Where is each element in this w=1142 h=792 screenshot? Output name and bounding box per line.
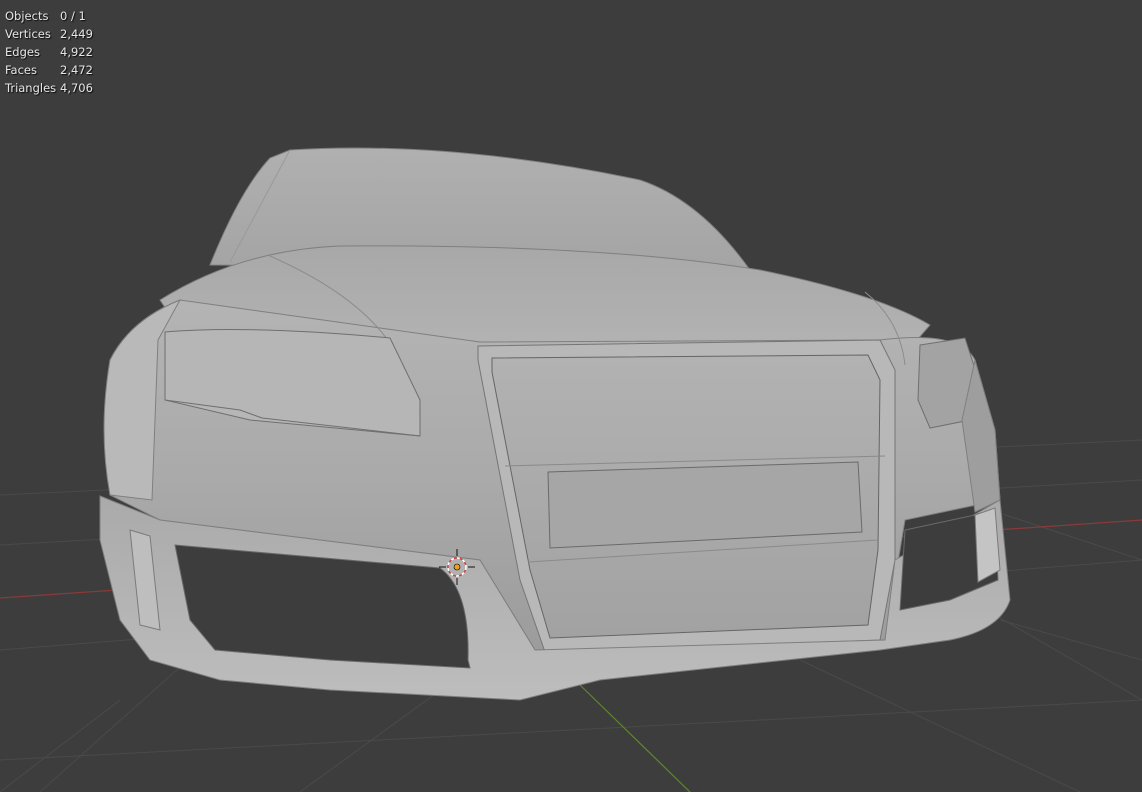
grid-line xyxy=(999,619,1142,661)
fog-vent-right xyxy=(974,507,1001,583)
object-origin-dot-icon xyxy=(453,563,461,571)
grid-line xyxy=(0,699,1142,761)
grid-line xyxy=(0,699,121,792)
grid-line xyxy=(799,659,1081,792)
3d-viewport[interactable]: Objects 0 / 1 Vertices 2,449 Edges 4,922 Faces… xyxy=(0,0,1142,792)
y-axis-line xyxy=(579,684,691,792)
car-model[interactable] xyxy=(99,147,1011,701)
viewport-scene[interactable] xyxy=(0,0,1142,792)
